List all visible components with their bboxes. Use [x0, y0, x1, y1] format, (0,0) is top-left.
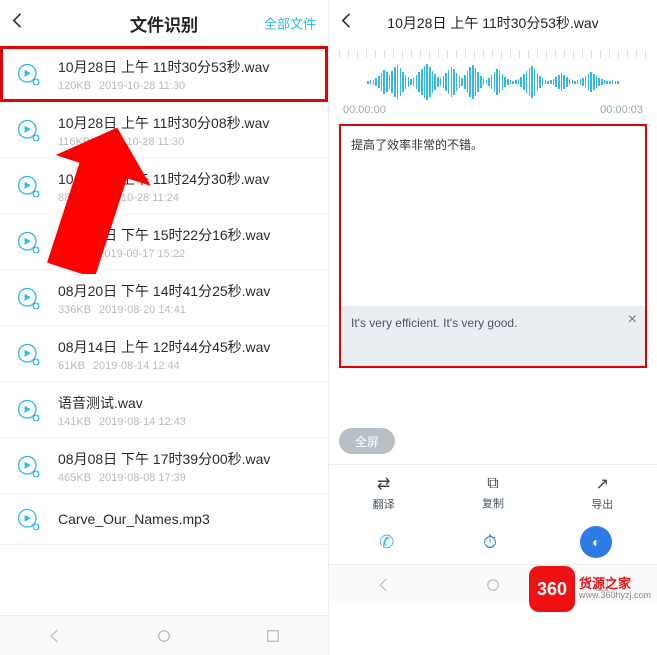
file-row[interactable]: 10月28日 上午 11时30分08秒.wav 116KB2019-10-28 1… — [0, 102, 328, 158]
export-button[interactable]: ↗ 导出 — [548, 465, 657, 520]
file-meta: 465KB2019-08-08 17:39 — [58, 472, 314, 484]
file-meta: 116KB2019-09-17 15:22 — [58, 248, 314, 260]
file-row[interactable]: 10月28日 上午 11时24分30秒.wav 88KB2019-10-28 11… — [0, 158, 328, 214]
system-nav-bar-right — [329, 564, 657, 604]
file-meta: 120KB2019-10-28 11:30 — [58, 80, 314, 92]
translation-text: It's very efficient. It's very good. — [351, 316, 517, 330]
file-meta: 116KB2019-10-28 11:30 — [58, 136, 314, 148]
file-list-pane: 文件识别 全部文件 10月28日 上午 11时30分53秒.wav 120KB20… — [0, 0, 329, 655]
copy-icon: ⧉ — [487, 475, 498, 493]
file-meta: 61KB2019-08-14 12:44 — [58, 360, 314, 372]
file-row[interactable]: 10月28日 上午 11时30分53秒.wav 120KB2019-10-28 1… — [0, 46, 328, 102]
nav-back-r[interactable] — [369, 570, 399, 600]
all-files-link[interactable]: 全部文件 — [264, 14, 316, 33]
audio-file-icon — [14, 505, 44, 535]
browser-icon[interactable]: ◐ — [580, 526, 612, 558]
translate-button[interactable]: ⇄ 翻译 — [329, 465, 438, 520]
audio-file-icon — [14, 396, 44, 426]
export-label: 导出 — [591, 496, 613, 512]
nav-home-r[interactable] — [478, 570, 508, 600]
file-text: 08月14日 上午 12时44分45秒.wav 61KB2019-08-14 12… — [58, 337, 314, 372]
audio-file-icon — [14, 340, 44, 370]
phone-icon[interactable]: ✆ — [374, 529, 400, 555]
nav-recent-r[interactable] — [587, 570, 617, 600]
file-meta: 336KB2019-08-20 14:41 — [58, 304, 314, 316]
file-row[interactable]: 08月20日 下午 14时41分25秒.wav 336KB2019-08-20 1… — [0, 270, 328, 326]
time-ruler — [339, 50, 647, 58]
audio-file-icon — [14, 284, 44, 314]
audio-file-icon — [14, 172, 44, 202]
file-text: 08月20日 下午 14时41分25秒.wav 336KB2019-08-20 1… — [58, 281, 314, 316]
file-name: 09月17日 下午 15时22分16秒.wav — [58, 225, 314, 245]
right-header: 10月28日 上午 11时30分53秒.wav — [329, 0, 657, 46]
fullscreen-button[interactable]: 全屏 — [339, 428, 395, 454]
file-meta: 88KB2019-10-28 11:24 — [58, 192, 314, 204]
file-meta: 141KB2019-08-14 12:43 — [58, 416, 314, 428]
copy-button[interactable]: ⧉ 复制 — [438, 465, 547, 520]
file-text: Carve_Our_Names.mp3 — [58, 511, 314, 530]
file-name: 08月08日 下午 17时39分00秒.wav — [58, 449, 314, 469]
audio-file-icon — [14, 452, 44, 482]
original-text[interactable]: 提高了效率非常的不错。 — [341, 126, 645, 306]
detail-pane: 10月28日 上午 11时30分53秒.wav 00:00:00 00:00:0… — [329, 0, 657, 655]
left-header: 文件识别 全部文件 — [0, 0, 328, 46]
file-text: 10月28日 上午 11时30分53秒.wav 120KB2019-10-28 1… — [58, 57, 314, 92]
audio-file-icon — [14, 60, 44, 90]
file-text: 09月17日 下午 15时22分16秒.wav 116KB2019-09-17 1… — [58, 225, 314, 260]
back-button[interactable] — [8, 11, 28, 36]
file-name: Carve_Our_Names.mp3 — [58, 511, 314, 527]
time-labels: 00:00:00 00:00:03 — [339, 102, 647, 122]
waveform-area: 00:00:00 00:00:03 — [329, 46, 657, 124]
nav-home[interactable] — [149, 621, 179, 651]
export-icon: ↗ — [596, 474, 609, 494]
time-start: 00:00:00 — [343, 104, 386, 116]
file-name: 08月20日 下午 14时41分25秒.wav — [58, 281, 314, 301]
close-translation-icon[interactable]: × — [628, 312, 637, 328]
audio-file-icon — [14, 228, 44, 258]
file-text: 10月28日 上午 11时24分30秒.wav 88KB2019-10-28 11… — [58, 169, 314, 204]
timer-icon[interactable]: ⏱ — [477, 529, 503, 555]
file-text: 10月28日 上午 11时30分08秒.wav 116KB2019-10-28 1… — [58, 113, 314, 148]
file-text: 08月08日 下午 17时39分00秒.wav 465KB2019-08-08 1… — [58, 449, 314, 484]
translation-area: × It's very efficient. It's very good. — [341, 306, 645, 366]
file-name: 10月28日 上午 11时30分08秒.wav — [58, 113, 314, 133]
file-row[interactable]: 语音测试.wav 141KB2019-08-14 12:43 — [0, 382, 328, 438]
file-row[interactable]: 09月17日 下午 15时22分16秒.wav 116KB2019-09-17 1… — [0, 214, 328, 270]
file-row[interactable]: 08月08日 下午 17时39分00秒.wav 465KB2019-08-08 1… — [0, 438, 328, 494]
file-row[interactable]: Carve_Our_Names.mp3 — [0, 494, 328, 545]
file-list: 10月28日 上午 11时30分53秒.wav 120KB2019-10-28 1… — [0, 46, 328, 615]
waveform[interactable] — [339, 62, 647, 102]
time-end: 00:00:03 — [600, 104, 643, 116]
translate-icon: ⇄ — [377, 474, 390, 494]
detail-back-button[interactable] — [337, 11, 357, 36]
transcription-box: 提高了效率非常的不错。 × It's very efficient. It's … — [339, 124, 647, 368]
file-name: 语音测试.wav — [58, 393, 314, 413]
page-title: 文件识别 — [130, 11, 198, 36]
action-row: ⇄ 翻译 ⧉ 复制 ↗ 导出 — [329, 464, 657, 520]
detail-title: 10月28日 上午 11时30分53秒.wav — [387, 13, 598, 33]
file-name: 10月28日 上午 11时24分30秒.wav — [58, 169, 314, 189]
app-shortcuts: ✆ ⏱ ◐ — [329, 520, 657, 564]
system-nav-bar — [0, 615, 328, 655]
copy-label: 复制 — [482, 495, 504, 511]
file-name: 10月28日 上午 11时30分53秒.wav — [58, 57, 314, 77]
nav-back[interactable] — [40, 621, 70, 651]
file-row[interactable]: 08月14日 上午 12时44分45秒.wav 61KB2019-08-14 12… — [0, 326, 328, 382]
translate-label: 翻译 — [373, 496, 395, 512]
file-name: 08月14日 上午 12时44分45秒.wav — [58, 337, 314, 357]
audio-file-icon — [14, 116, 44, 146]
nav-recent[interactable] — [258, 621, 288, 651]
logo-badge: 360 — [529, 566, 575, 612]
file-text: 语音测试.wav 141KB2019-08-14 12:43 — [58, 393, 314, 428]
